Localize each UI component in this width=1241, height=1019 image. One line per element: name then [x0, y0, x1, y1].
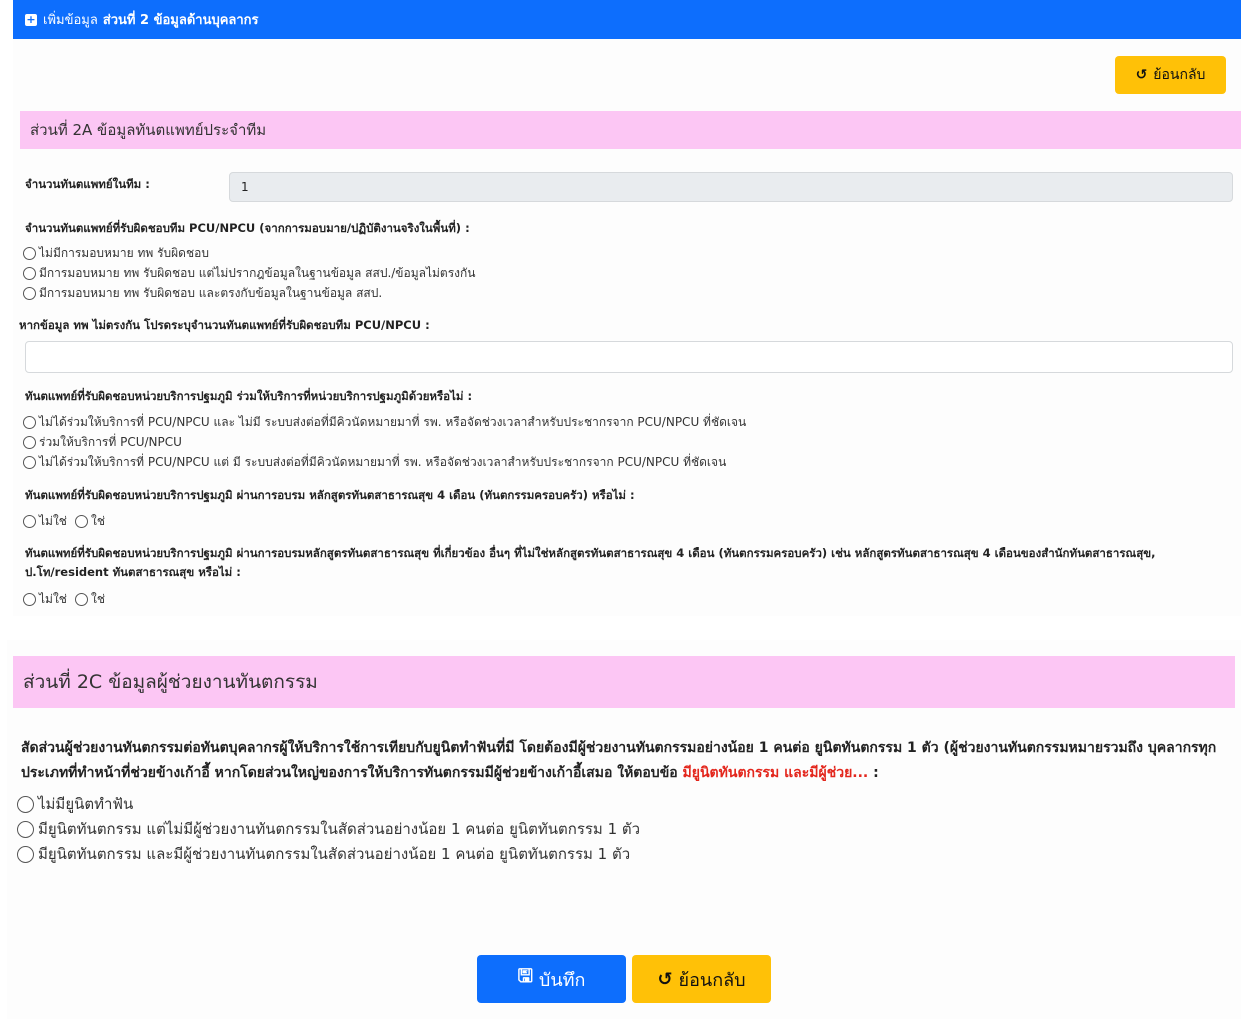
q1-option-2[interactable]: มีการมอบหมาย ทพ รับผิดชอบ แต่ไม่ปรากฎข้อ… — [23, 264, 476, 283]
question-suffix: : — [868, 765, 879, 781]
section-2c-title: ส่วนที่ 2C ข้อมูลผู้ช่วยงานทันตกรรม — [13, 656, 1235, 708]
q4-option-no[interactable]: ไม่ใช่ — [23, 512, 67, 531]
radio-button[interactable] — [23, 593, 36, 606]
radio-button[interactable] — [23, 515, 36, 528]
q1-option-1[interactable]: ไม่มีการมอบหมาย ทพ รับผิดชอบ — [23, 244, 209, 263]
dentist-count-label: จำนวนทันตแพทย์ในทีม : — [25, 177, 150, 191]
section-2a-card: ↺ ย้อนกลับ ส่วนที่ 2A ข้อมูลทันตแพทย์ประ… — [13, 39, 1241, 616]
save-button[interactable]: 🖫 บันทึก — [477, 955, 626, 1003]
option-label: ไม่มีการมอบหมาย ทพ รับผิดชอบ — [39, 246, 209, 260]
q5-option-yes[interactable]: ใช่ — [74, 590, 105, 609]
question-text: สัดส่วนผู้ช่วยงานทันตกรรมต่อทันตบุคลากรผ… — [21, 740, 1217, 781]
option-label: ไม่ใช่ — [39, 514, 67, 528]
section-2a-title: ส่วนที่ 2A ข้อมูลทันตแพทย์ประจำทีม — [20, 111, 1241, 149]
section-2c-question: สัดส่วนผู้ช่วยงานทันตกรรมต่อทันตบุคลากรผ… — [21, 736, 1231, 786]
option-label: ไม่ได้ร่วมให้บริการที่ PCU/NPCU แต่ มี ร… — [39, 455, 727, 469]
q3-option-1[interactable]: ไม่ได้ร่วมให้บริการที่ PCU/NPCU และ ไม่ม… — [23, 413, 746, 432]
q1-label: จำนวนทันตแพทย์ที่รับผิดชอบทีม PCU/NPCU (… — [25, 221, 470, 235]
plus-square-icon: + — [25, 13, 37, 26]
q5-options: ไม่ใช่ ใช่ — [23, 590, 113, 609]
option-label: ไม่มียูนิตทำฟัน — [38, 795, 134, 813]
save-button-label: บันทึก — [538, 969, 586, 991]
q2-label: หากข้อมูล ทพ ไม่ตรงกัน โปรดระบุจำนวนทันต… — [19, 318, 430, 332]
q2-input[interactable] — [25, 341, 1233, 373]
q3-label: ทันตแพทย์ที่รับผิดชอบหน่วยบริการปฐมภูมิ … — [25, 389, 473, 403]
page-header: + เพิ่มข้อมูล ส่วนที่ 2 ข้อมูลด้านบุคลาก… — [13, 0, 1241, 39]
radio-button[interactable] — [74, 515, 88, 528]
q3-option-2[interactable]: ร่วมให้บริการที่ PCU/NPCU — [23, 433, 182, 452]
radio-button[interactable] — [23, 416, 36, 429]
q1-option-3[interactable]: มีการมอบหมาย ทพ รับผิดชอบ และตรงกับข้อมู… — [23, 284, 382, 303]
q5-label: ทันตแพทย์ที่รับผิดชอบหน่วยบริการปฐมภูมิ … — [25, 546, 1156, 579]
c-option-1[interactable]: ไม่มียูนิตทำฟัน — [17, 792, 133, 816]
option-label: มียูนิตทันตกรรม แต่ไม่มีผู้ช่วยงานทันตกร… — [38, 820, 641, 838]
undo-icon: ↺ — [1135, 67, 1148, 83]
option-label: ไม่ได้ร่วมให้บริการที่ PCU/NPCU และ ไม่ม… — [39, 415, 747, 429]
back-button-label: ย้อนกลับ — [1153, 67, 1206, 83]
c-option-2[interactable]: มียูนิตทันตกรรม แต่ไม่มีผู้ช่วยงานทันตกร… — [17, 817, 640, 841]
q4-option-yes[interactable]: ใช่ — [74, 512, 105, 531]
option-label: มีการมอบหมาย ทพ รับผิดชอบ แต่ไม่ปรากฎข้อ… — [39, 266, 476, 280]
q3-option-3[interactable]: ไม่ได้ร่วมให้บริการที่ PCU/NPCU แต่ มี ร… — [23, 453, 726, 472]
dentist-count-field[interactable]: 1 — [229, 172, 1233, 202]
q4-label: ทันตแพทย์ที่รับผิดชอบหน่วยบริการปฐมภูมิ … — [25, 488, 635, 502]
option-label: มีการมอบหมาย ทพ รับผิดชอบ และตรงกับข้อมู… — [39, 286, 383, 300]
radio-button[interactable] — [17, 820, 34, 838]
option-label: มียูนิตทันตกรรม และมีผู้ช่วยงานทันตกรรมใ… — [38, 845, 631, 863]
back-button-bottom[interactable]: ↺ ย้อนกลับ — [632, 955, 771, 1003]
option-label: ใช่ — [90, 592, 105, 606]
back-button-top[interactable]: ↺ ย้อนกลับ — [1115, 56, 1226, 94]
radio-button[interactable] — [23, 247, 36, 260]
option-label: ใช่ — [90, 514, 105, 528]
option-label: ร่วมให้บริการที่ PCU/NPCU — [39, 435, 182, 449]
radio-button[interactable] — [23, 267, 36, 280]
question-highlight: มียูนิตทันตกรรม และมีผู้ช่วย... — [682, 765, 869, 781]
floppy-disk-icon: 🖫 — [517, 966, 533, 987]
section-2c-card: ส่วนที่ 2C ข้อมูลผู้ช่วยงานทันตกรรม สัดส… — [7, 640, 1241, 1019]
header-lead: เพิ่มข้อมูล — [43, 13, 98, 28]
radio-button[interactable] — [23, 456, 36, 469]
back-button-label: ย้อนกลับ — [678, 969, 746, 991]
q5-option-no[interactable]: ไม่ใช่ — [23, 590, 67, 609]
radio-button[interactable] — [17, 845, 34, 863]
radio-button[interactable] — [17, 795, 34, 813]
radio-button[interactable] — [23, 287, 36, 300]
header-title: ส่วนที่ 2 ข้อมูลด้านบุคลากร — [102, 13, 259, 28]
radio-button[interactable] — [23, 436, 36, 449]
q4-options: ไม่ใช่ ใช่ — [23, 512, 113, 531]
c-option-3[interactable]: มียูนิตทันตกรรม และมีผู้ช่วยงานทันตกรรมใ… — [17, 842, 630, 866]
radio-button[interactable] — [74, 593, 88, 606]
option-label: ไม่ใช่ — [39, 592, 67, 606]
undo-icon: ↺ — [657, 968, 673, 990]
